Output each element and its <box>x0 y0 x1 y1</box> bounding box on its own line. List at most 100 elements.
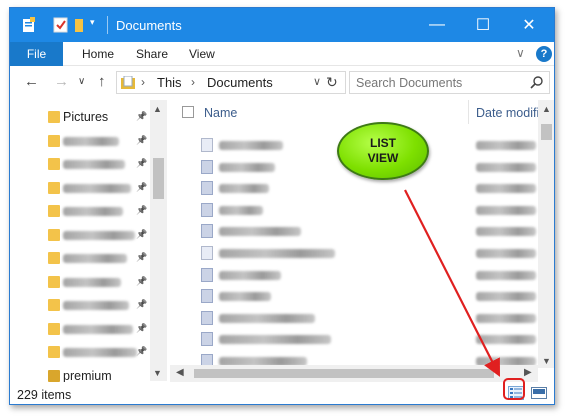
redacted-file-name <box>219 227 301 237</box>
list-item[interactable] <box>170 198 550 222</box>
pin-icon[interactable]: 📌 <box>136 299 147 310</box>
folder-icon <box>48 158 60 170</box>
explorer-window: ▾ Documents — ☐ ✕ File Home Share View ∨… <box>9 7 555 405</box>
folder-icon <box>48 252 60 264</box>
redacted-date <box>476 205 536 215</box>
file-icon <box>201 267 213 282</box>
expand-ribbon-icon[interactable]: ∨ <box>516 46 525 60</box>
redacted-label <box>63 324 133 334</box>
pin-icon[interactable]: 📌 <box>136 276 147 287</box>
list-item[interactable] <box>170 263 550 287</box>
nav-item[interactable]: 📌 <box>10 341 155 363</box>
chevron-down-icon[interactable]: ∨ <box>313 75 321 88</box>
breadcrumb-this-pc[interactable]: This <box>157 75 182 90</box>
redacted-file-name <box>219 249 335 258</box>
pin-icon[interactable]: 📌 <box>136 158 147 169</box>
redacted-file-name <box>219 141 283 150</box>
nav-scroll-thumb[interactable] <box>153 158 164 199</box>
nav-item[interactable]: 📌 <box>10 294 155 316</box>
column-header-date[interactable]: Date modifi <box>476 106 539 120</box>
column-header-row: Name Date modifi <box>170 100 554 124</box>
folder-icon <box>48 134 60 147</box>
scroll-up-arrow[interactable]: ▲ <box>153 104 162 114</box>
pin-icon[interactable]: 📌 <box>136 111 147 122</box>
back-button[interactable]: ← <box>24 73 39 90</box>
search-box[interactable]: Search Documents <box>349 71 550 94</box>
file-icon <box>201 332 213 347</box>
file-icon <box>201 289 213 304</box>
scroll-down-arrow[interactable]: ▼ <box>153 368 162 378</box>
column-header-name[interactable]: Name <box>204 106 237 120</box>
list-scrollbar[interactable]: ▲ ▼ <box>538 100 554 368</box>
column-divider[interactable] <box>468 100 469 124</box>
properties-icon[interactable] <box>21 17 37 33</box>
recent-locations-icon[interactable]: ∨ <box>78 76 85 87</box>
pin-icon[interactable]: 📌 <box>136 182 147 193</box>
pin-icon[interactable]: 📌 <box>136 135 147 146</box>
minimize-button[interactable]: — <box>414 8 460 42</box>
address-row: ← → ∨ ↑ › This › Documents ∨ ↻ Search Do… <box>10 66 554 100</box>
nav-item[interactable]: 📌 <box>10 177 155 199</box>
redacted-label <box>63 277 121 287</box>
horizontal-scroll-thumb[interactable] <box>194 369 494 378</box>
list-item[interactable] <box>170 219 550 243</box>
nav-item[interactable]: 📌 <box>10 200 155 222</box>
nav-item[interactable]: 📌 <box>10 130 155 152</box>
file-icon <box>201 310 213 325</box>
up-button[interactable]: ↑ <box>98 73 106 90</box>
list-view-highlight <box>503 378 525 400</box>
pin-icon[interactable]: 📌 <box>136 346 147 357</box>
callout-line-2: VIEW <box>367 151 399 165</box>
nav-item[interactable]: Pictures 📌 <box>10 106 155 128</box>
close-button[interactable]: ✕ <box>506 8 552 42</box>
navigation-pane: Pictures 📌 📌 📌 📌 📌 📌 📌 📌 📌 📌 📌 premium <box>10 100 170 383</box>
file-icon <box>201 224 213 239</box>
redacted-file-name <box>219 270 281 280</box>
list-item[interactable] <box>170 327 550 351</box>
nav-item[interactable]: 📌 <box>10 224 155 246</box>
redacted-label <box>63 301 129 310</box>
scroll-down-arrow[interactable]: ▼ <box>542 356 551 366</box>
tab-home[interactable]: Home <box>82 47 114 61</box>
pin-icon[interactable]: 📌 <box>136 229 147 240</box>
list-item[interactable] <box>170 306 550 330</box>
tab-share[interactable]: Share <box>136 47 168 61</box>
checkmark-icon[interactable] <box>53 17 69 33</box>
select-all-checkbox[interactable] <box>182 106 194 118</box>
breadcrumb-documents[interactable]: Documents <box>207 75 273 90</box>
tab-file[interactable]: File <box>10 42 63 66</box>
scroll-up-arrow[interactable]: ▲ <box>542 104 551 114</box>
redacted-file-name <box>219 313 315 323</box>
scroll-left-arrow[interactable]: ◀ <box>176 367 184 378</box>
nav-item[interactable]: 📌 <box>10 153 155 175</box>
horizontal-scrollbar[interactable]: ◀ ▶ <box>170 365 538 382</box>
search-input[interactable]: Search Documents <box>356 76 462 90</box>
nav-item[interactable]: 📌 <box>10 271 155 293</box>
list-item[interactable] <box>170 176 550 200</box>
folder-icon <box>48 299 60 311</box>
tab-view[interactable]: View <box>189 47 215 61</box>
maximize-button[interactable]: ☐ <box>460 8 506 42</box>
search-icon <box>530 76 543 89</box>
address-bar[interactable]: › This › Documents ∨ <box>116 71 346 94</box>
redacted-label <box>63 207 123 216</box>
nav-scrollbar[interactable]: ▲ ▼ <box>150 100 167 381</box>
refresh-icon[interactable]: ↻ <box>326 74 338 91</box>
title-bar: ▾ Documents — ☐ ✕ <box>10 8 554 42</box>
new-folder-icon[interactable] <box>72 17 88 33</box>
list-item[interactable] <box>170 284 550 308</box>
scroll-right-arrow[interactable]: ▶ <box>524 367 532 378</box>
customize-toolbar-icon[interactable]: ▾ <box>90 17 95 35</box>
forward-button[interactable]: → <box>54 73 69 90</box>
help-icon[interactable]: ? <box>536 46 552 62</box>
list-item[interactable] <box>170 241 550 265</box>
pin-icon[interactable]: 📌 <box>136 323 147 334</box>
file-icon <box>201 159 213 174</box>
window-title: Documents <box>116 18 182 33</box>
nav-item[interactable]: 📌 <box>10 247 155 269</box>
nav-item[interactable]: 📌 <box>10 318 155 340</box>
list-scroll-thumb[interactable] <box>541 124 552 140</box>
pin-icon[interactable]: 📌 <box>136 205 147 216</box>
pin-icon[interactable]: 📌 <box>136 252 147 263</box>
large-icons-view-icon[interactable] <box>531 386 547 400</box>
